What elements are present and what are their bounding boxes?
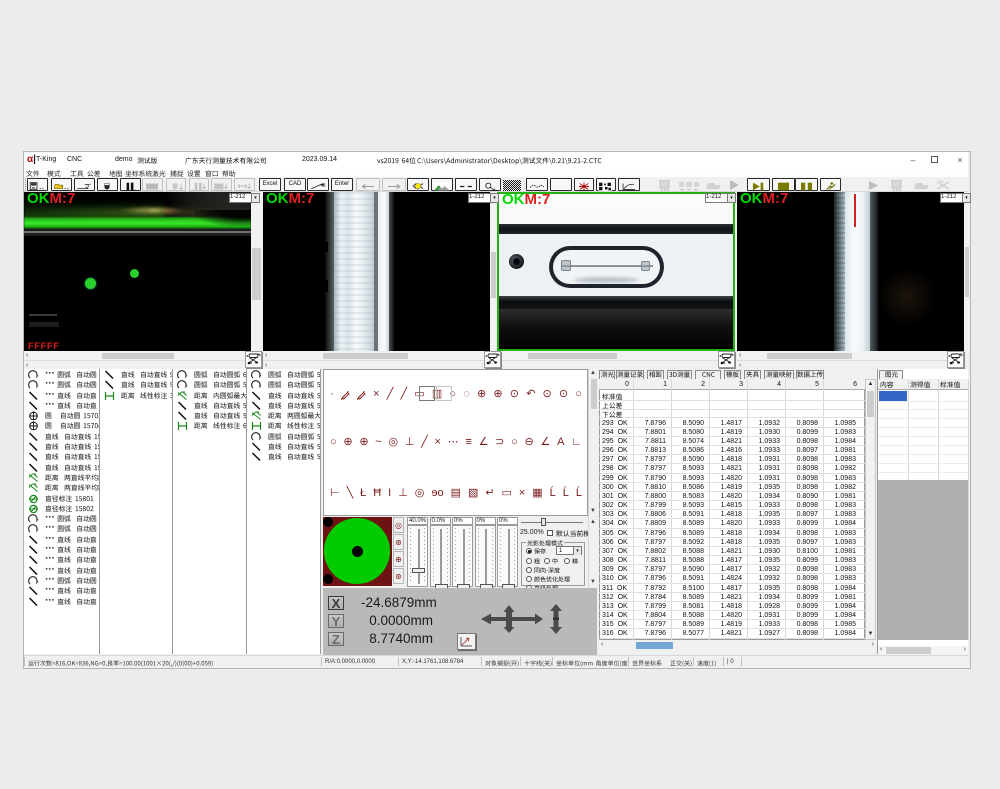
svg-text:B: B <box>322 183 326 189</box>
